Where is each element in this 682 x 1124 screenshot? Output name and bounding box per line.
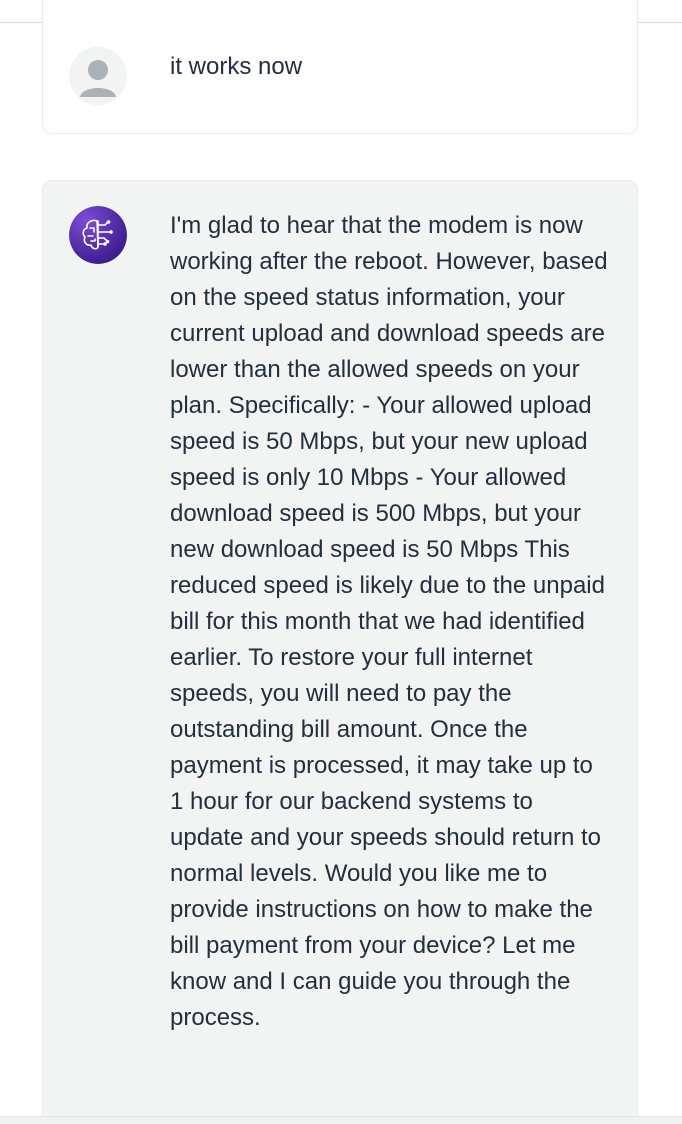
chat-page: it works now I'm glad to hear that the m… [0,0,682,1124]
user-avatar-icon [69,47,127,105]
assistant-message: I'm glad to hear that the modem is now w… [42,180,638,1124]
user-message-text: it works now [170,53,303,80]
assistant-message-text: I'm glad to hear that the modem is now w… [170,212,608,1031]
footer-divider [0,1116,682,1124]
user-message: it works now [42,0,638,134]
ai-brain-circuit-icon [69,206,127,264]
